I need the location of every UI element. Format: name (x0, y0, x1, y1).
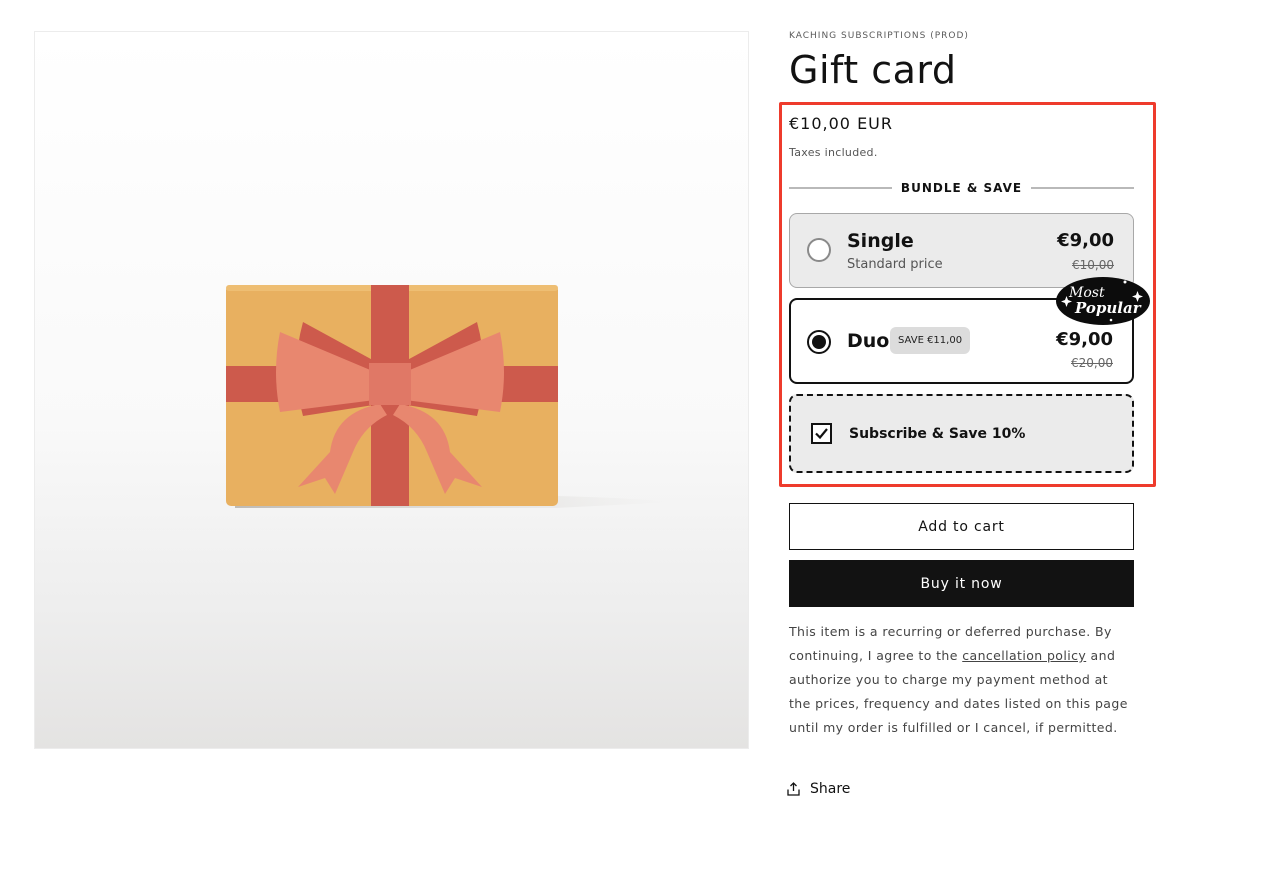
cancellation-policy-link[interactable]: cancellation policy (962, 648, 1086, 663)
product-image[interactable] (34, 31, 749, 749)
share-icon (787, 782, 800, 796)
share-label: Share (810, 781, 851, 797)
product-title: Gift card (789, 48, 957, 92)
product-vendor: KACHING SUBSCRIPTIONS (PROD) (789, 31, 969, 41)
add-to-cart-button[interactable]: Add to cart (789, 503, 1134, 550)
buy-now-button[interactable]: Buy it now (789, 560, 1134, 607)
share-button[interactable]: Share (787, 779, 850, 799)
recurring-purchase-disclaimer: This item is a recurring or deferred pur… (789, 620, 1134, 740)
highlight-box (779, 102, 1156, 487)
gift-box-image (226, 285, 675, 508)
